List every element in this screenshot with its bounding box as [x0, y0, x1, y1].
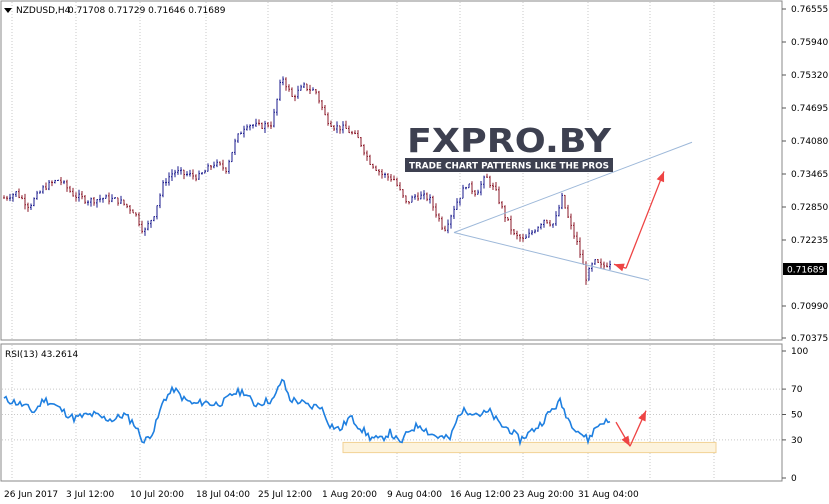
- time-tick-label: 26 Jun 2017: [4, 490, 58, 500]
- price-tick-label: 0.70375: [791, 334, 828, 344]
- time-tick-label: 10 Jul 20:00: [130, 490, 184, 500]
- watermark-tagline: TRADE CHART PATTERNS LIKE THE PROS: [409, 162, 609, 172]
- price-tick-label: 0.72850: [791, 203, 828, 213]
- rsi-tick-label: 50: [791, 411, 803, 421]
- rsi-tick-label: 70: [791, 385, 803, 395]
- price-tick-label: 0.73465: [791, 170, 828, 180]
- ohlc-values: 0.71708 0.71729 0.71646 0.71689: [68, 6, 226, 16]
- symbol-label: NZDUSD,H4: [16, 6, 71, 16]
- watermark-logo: FXPRO.BY TRADE CHART PATTERNS LIKE THE P…: [405, 121, 613, 172]
- time-tick-label: 18 Jul 04:00: [196, 490, 250, 500]
- current-price-value: 0.71689: [787, 266, 824, 276]
- rsi-tick-label: 30: [791, 436, 803, 446]
- rsi-label: RSI(13) 43.2614: [5, 350, 78, 360]
- time-tick-label: 16 Aug 12:00: [450, 490, 511, 500]
- price-tick-label: 0.74695: [791, 104, 828, 114]
- chart-header: NZDUSD,H4 0.71708 0.71729 0.71646 0.7168…: [4, 6, 226, 16]
- time-tick-label: 9 Aug 04:00: [387, 490, 442, 500]
- current-price-tag: 0.71689: [783, 263, 827, 276]
- price-tick-label: 0.70990: [791, 302, 828, 312]
- watermark-brand: FXPRO.BY: [407, 121, 612, 160]
- time-tick-label: 31 Aug 04:00: [578, 490, 639, 500]
- time-tick-label: 3 Jul 12:00: [66, 490, 115, 500]
- rsi-tick-label: 0: [791, 474, 797, 484]
- price-tick-label: 0.75320: [791, 71, 828, 81]
- time-axis: 26 Jun 2017 3 Jul 12:00 10 Jul 20:00 18 Jul…: [4, 490, 639, 500]
- rsi-tick-label: 100: [791, 347, 808, 357]
- price-tick-label: 0.75940: [791, 38, 828, 48]
- oversold-highlight-box: [342, 441, 717, 454]
- time-tick-label: 23 Aug 20:00: [513, 490, 574, 500]
- price-tick-label: 0.76555: [791, 5, 828, 15]
- time-tick-label: 25 Jul 12:00: [258, 490, 312, 500]
- price-tick-label: 0.72235: [791, 236, 828, 246]
- time-tick-label: 1 Aug 20:00: [322, 490, 377, 500]
- trading-chart[interactable]: 0.76555 0.75940 0.75320 0.74695 0.74080 0.734…: [0, 0, 829, 504]
- price-tick-label: 0.74080: [791, 137, 828, 147]
